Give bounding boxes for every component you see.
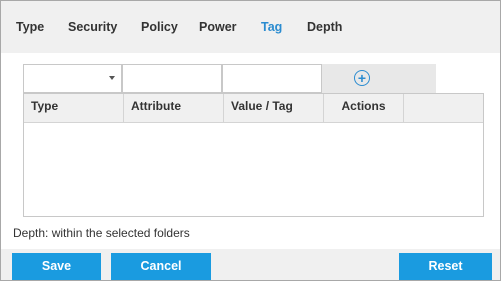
- add-area: +: [322, 64, 436, 93]
- table-header: Type Attribute Value / Tag Actions: [24, 94, 483, 123]
- tab-tag[interactable]: Tag: [261, 20, 282, 34]
- tag-table: Type Attribute Value / Tag Actions: [23, 93, 484, 217]
- type-select[interactable]: [23, 64, 122, 93]
- reset-button[interactable]: Reset: [399, 253, 492, 280]
- column-header-attribute: Attribute: [124, 94, 224, 122]
- chevron-down-icon: [109, 76, 115, 80]
- tab-security[interactable]: Security: [68, 20, 117, 34]
- footer-bar: Save Cancel Reset: [1, 249, 500, 280]
- tab-policy[interactable]: Policy: [141, 20, 178, 34]
- plus-circle-icon[interactable]: +: [354, 70, 370, 86]
- attribute-input[interactable]: [122, 64, 222, 93]
- filter-dialog: Type Security Policy Power Tag Depth + T…: [0, 0, 501, 281]
- depth-note: Depth: within the selected folders: [13, 226, 190, 240]
- cancel-button[interactable]: Cancel: [111, 253, 211, 280]
- column-header-value-tag: Value / Tag: [224, 94, 324, 122]
- column-header-actions: Actions: [324, 94, 404, 122]
- tab-power[interactable]: Power: [199, 20, 237, 34]
- tab-depth[interactable]: Depth: [307, 20, 342, 34]
- tab-bar: Type Security Policy Power Tag Depth: [1, 1, 500, 53]
- column-header-type: Type: [24, 94, 124, 122]
- save-button[interactable]: Save: [12, 253, 101, 280]
- tab-type[interactable]: Type: [16, 20, 44, 34]
- value-tag-input[interactable]: [222, 64, 322, 93]
